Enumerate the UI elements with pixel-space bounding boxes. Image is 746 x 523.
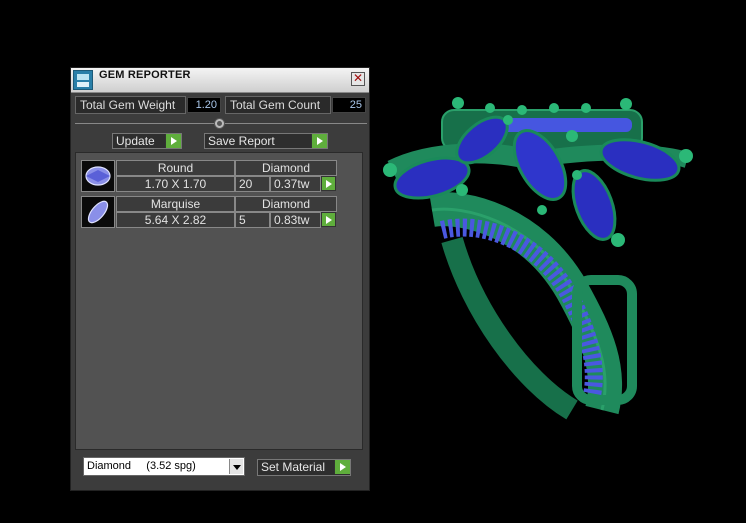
total-gem-weight-label: Total Gem Weight xyxy=(75,96,186,114)
close-button[interactable]: ✕ xyxy=(351,72,365,86)
ring-3d-model[interactable] xyxy=(372,90,702,430)
set-material-button[interactable]: Set Material xyxy=(257,459,351,476)
play-arrow-icon xyxy=(334,460,350,474)
play-arrow-icon xyxy=(311,134,327,148)
gem-material: Diamond xyxy=(235,196,337,212)
total-gem-weight-value: 1.20 xyxy=(187,97,221,113)
splitter-handle[interactable] xyxy=(214,118,225,129)
gem-count: 5 xyxy=(235,212,270,228)
update-button-label: Update xyxy=(116,134,155,148)
set-material-button-label: Set Material xyxy=(261,460,326,474)
marquise-gem-icon xyxy=(81,196,115,228)
total-gem-count-label: Total Gem Count xyxy=(225,96,331,114)
gem-size: 5.64 X 2.82 xyxy=(116,212,235,228)
list-item: Marquise Diamond 5.64 X 2.82 5 0.83tw xyxy=(81,196,339,230)
gem-size: 1.70 X 1.70 xyxy=(116,176,235,192)
gem-row-arrow-button[interactable] xyxy=(321,176,336,191)
gem-count: 20 xyxy=(235,176,270,192)
gem-shape: Round xyxy=(116,160,235,176)
gem-weight: 0.83tw xyxy=(270,212,321,228)
update-button[interactable]: Update xyxy=(112,133,182,149)
round-gem-icon xyxy=(81,160,115,192)
material-select[interactable]: Diamond (3.52 spg) xyxy=(83,457,245,476)
gem-weight: 0.37tw xyxy=(270,176,321,192)
play-arrow-icon xyxy=(165,134,181,148)
totals-row: Total Gem Weight 1.20 Total Gem Count 25 xyxy=(75,96,367,114)
total-gem-count-value: 25 xyxy=(332,97,366,113)
gem-row-arrow-button[interactable] xyxy=(321,212,336,227)
panel-title: GEM REPORTER xyxy=(99,69,191,81)
gem-reporter-logo-icon xyxy=(73,70,93,90)
gem-list: Round Diamond 1.70 X 1.70 20 0.37tw Marq… xyxy=(75,152,363,450)
save-report-button-label: Save Report xyxy=(208,134,275,148)
gem-reporter-panel: GEM REPORTER ✕ Total Gem Weight 1.20 Tot… xyxy=(70,67,370,491)
chevron-down-icon[interactable] xyxy=(229,459,243,474)
gem-material: Diamond xyxy=(235,160,337,176)
gem-shape: Marquise xyxy=(116,196,235,212)
material-select-value: Diamond (3.52 spg) xyxy=(87,460,196,472)
list-item: Round Diamond 1.70 X 1.70 20 0.37tw xyxy=(81,160,339,194)
save-report-button[interactable]: Save Report xyxy=(204,133,328,149)
title-bar[interactable]: GEM REPORTER ✕ xyxy=(71,68,369,93)
